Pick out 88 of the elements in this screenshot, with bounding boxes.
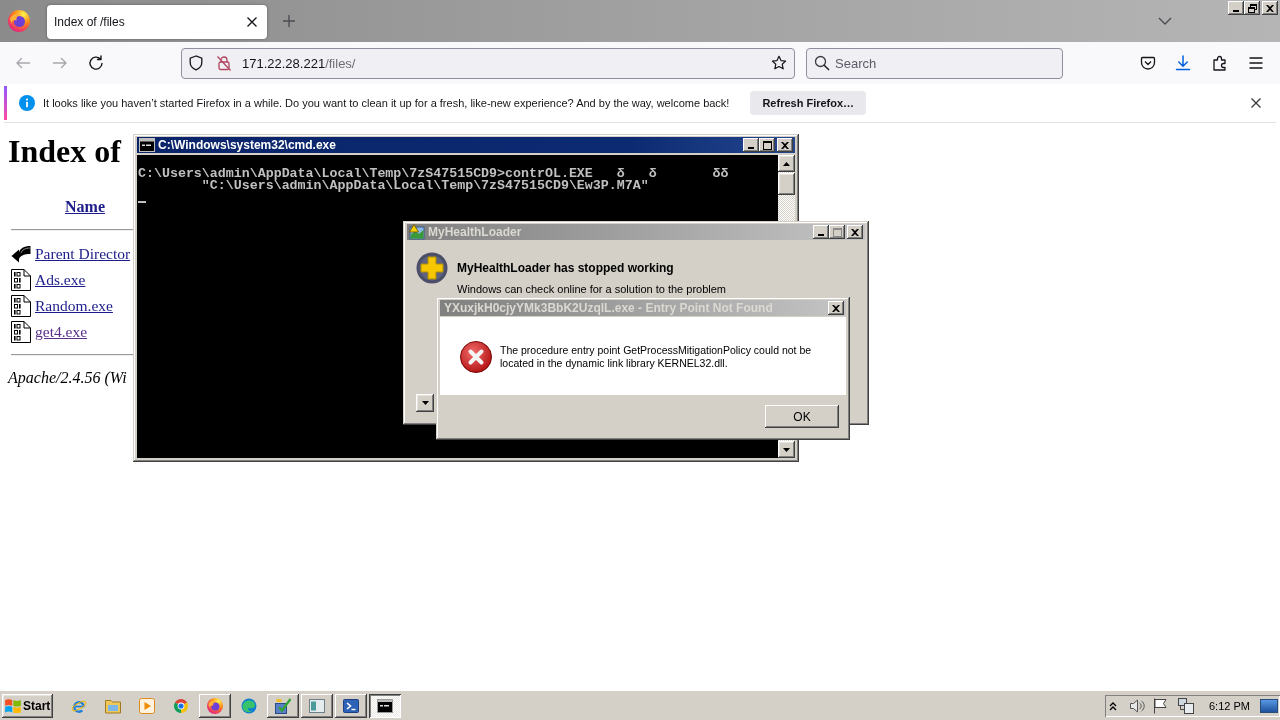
close-button[interactable] bbox=[1262, 1, 1278, 15]
minimize-icon bbox=[1233, 10, 1239, 12]
terminal-icon bbox=[343, 697, 359, 714]
console-icon bbox=[377, 697, 393, 714]
search-icon bbox=[814, 55, 830, 71]
caret-down-icon bbox=[421, 401, 429, 405]
maximize-icon bbox=[762, 140, 772, 150]
wavy-flag-icon bbox=[5, 698, 21, 713]
flag-icon[interactable] bbox=[1152, 697, 1168, 714]
restore-icon bbox=[1247, 3, 1257, 13]
swirl-icon[interactable] bbox=[241, 697, 257, 714]
scroll-up-button[interactable] bbox=[778, 155, 795, 172]
close-icon bbox=[851, 228, 859, 236]
folder-icon[interactable] bbox=[105, 697, 121, 714]
minimize-button[interactable] bbox=[1228, 1, 1244, 15]
fox-globe-icon bbox=[207, 697, 223, 714]
puzzle-icon[interactable] bbox=[1212, 55, 1228, 71]
dialog-heading: MyHealthLoader has stopped working bbox=[457, 260, 675, 276]
browser-tab[interactable]: Index of /files bbox=[47, 5, 267, 39]
console-line: C:\Users\admin\AppData\Local\Temp\7zS47515CD9>contrOL.EXE δ δ δδ bbox=[138, 168, 730, 180]
screen-icon[interactable] bbox=[1260, 698, 1278, 713]
close-button[interactable] bbox=[777, 138, 793, 152]
taskbar-button[interactable] bbox=[369, 693, 401, 718]
console-line: "C:\Users\admin\AppData\Local\Temp\7zS47515CD9\Ew3P.M7A" bbox=[201, 180, 650, 192]
installer-icon bbox=[275, 697, 291, 714]
curved-arrow-icon bbox=[11, 243, 31, 265]
segmented-circle-icon[interactable] bbox=[173, 697, 189, 714]
browser-logo-icon[interactable] bbox=[8, 10, 30, 32]
reload-icon[interactable] bbox=[88, 55, 104, 71]
chevron-down-icon[interactable] bbox=[1158, 17, 1172, 25]
close-button[interactable] bbox=[828, 301, 844, 315]
binary-file-icon bbox=[11, 295, 31, 317]
shield-icon[interactable] bbox=[188, 55, 204, 71]
text-cursor bbox=[138, 201, 146, 203]
binary-file-icon bbox=[11, 321, 31, 343]
restore-button[interactable] bbox=[1244, 1, 1260, 15]
file-link[interactable]: get4.exe bbox=[35, 322, 88, 342]
address-bar[interactable]: 171.22.28.221/files/ bbox=[181, 47, 795, 79]
maximize-icon bbox=[832, 227, 842, 237]
error-icon bbox=[460, 341, 492, 373]
window-title: C:\Windows\system32\cmd.exe bbox=[158, 138, 336, 152]
close-button[interactable] bbox=[847, 225, 863, 239]
error-message: The procedure entry point GetProcessMitigationPolicy could not be located in the dynamic link library KERNEL32.dll. bbox=[500, 344, 813, 370]
server-signature: Apache/2.4.56 (Wi bbox=[8, 368, 127, 388]
speaker-icon[interactable] bbox=[1129, 697, 1145, 714]
column-header[interactable]: Name bbox=[65, 198, 105, 215]
window-icon bbox=[309, 697, 325, 714]
minimize-button[interactable] bbox=[813, 225, 829, 239]
network-icon[interactable] bbox=[1178, 697, 1194, 714]
download-icon[interactable] bbox=[1175, 55, 1191, 71]
notification-message: It looks like you haven’t started Firefox in a while. Do you want to clean it up for a fresh, like-new experience? And by the way, welcome back! bbox=[43, 97, 730, 109]
search-field[interactable]: Search bbox=[806, 47, 1063, 79]
details-button[interactable] bbox=[416, 394, 434, 412]
window-title: MyHealthLoader bbox=[428, 225, 522, 239]
directory-link[interactable]: Parent Director bbox=[35, 244, 131, 264]
minimize-icon bbox=[818, 234, 824, 236]
start-button[interactable]: Start bbox=[2, 693, 53, 718]
taskbar-button[interactable] bbox=[199, 693, 231, 718]
clock-time[interactable]: 6:12 PM bbox=[1209, 699, 1250, 712]
ok-button[interactable]: OK bbox=[765, 405, 839, 428]
cross-badge-icon bbox=[416, 252, 448, 284]
console-icon bbox=[139, 138, 155, 152]
close-icon bbox=[781, 141, 789, 149]
star-icon[interactable] bbox=[771, 55, 787, 71]
close-icon bbox=[1266, 4, 1274, 12]
page-heading: Index of bbox=[8, 133, 121, 170]
chevron-shield-icon[interactable] bbox=[1140, 55, 1156, 71]
taskbar-button[interactable] bbox=[267, 693, 299, 718]
file-link[interactable]: Random.exe bbox=[35, 296, 113, 316]
minimize-button[interactable] bbox=[743, 138, 759, 152]
scroll-thumb[interactable] bbox=[778, 173, 795, 195]
chevron-up-icon[interactable] bbox=[1109, 700, 1117, 711]
taskbar-button[interactable] bbox=[301, 693, 333, 718]
arrow-up-icon bbox=[783, 161, 790, 166]
scroll-down-button[interactable] bbox=[778, 441, 795, 458]
info-icon bbox=[19, 95, 35, 111]
menu-icon[interactable] bbox=[1248, 55, 1264, 71]
close-icon bbox=[832, 304, 840, 312]
minimize-icon bbox=[748, 147, 754, 149]
app-icon bbox=[409, 224, 425, 240]
refresh-button[interactable]: Refresh Firefox… bbox=[750, 91, 867, 115]
binary-file-icon bbox=[11, 269, 31, 291]
dialog-message: Windows can check online for a solution to the problem bbox=[457, 283, 727, 296]
taskbar-button[interactable] bbox=[335, 693, 367, 718]
lock-slash-icon[interactable] bbox=[216, 55, 232, 71]
arrow-down-icon bbox=[783, 447, 790, 452]
maximize-button[interactable] bbox=[759, 138, 775, 152]
file-link[interactable]: Ads.exe bbox=[35, 270, 86, 290]
